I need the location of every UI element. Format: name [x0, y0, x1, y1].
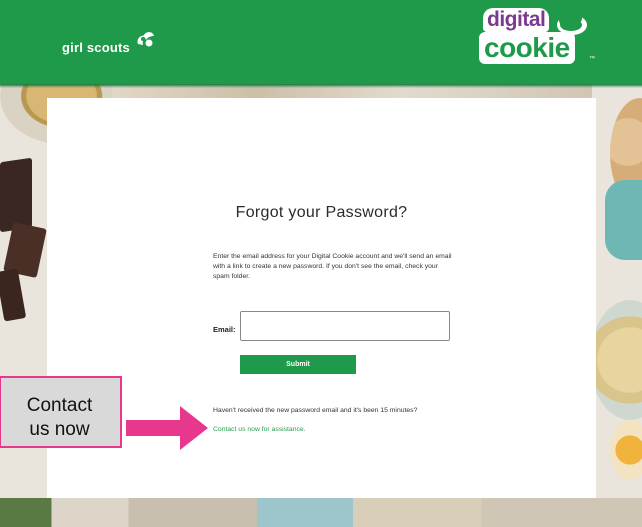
background-chocolate — [0, 157, 32, 233]
email-label: Email: — [213, 325, 236, 334]
email-field[interactable] — [240, 311, 450, 341]
help-text: Haven't received the new password email … — [213, 407, 418, 414]
trefoil-icon — [137, 32, 154, 47]
instructions-text: Enter the email address for your Digital… — [213, 253, 452, 280]
contact-us-link[interactable]: Contact us now for assistance. — [213, 426, 306, 433]
background-photo-bottom — [0, 498, 642, 527]
background-chocolate — [0, 268, 27, 322]
cookie-wordmark: cookie — [479, 32, 575, 64]
page-title: Forgot your Password? — [235, 204, 408, 221]
callout-line-1: Contact — [26, 395, 93, 416]
girl-scouts-wordmark: girl scouts — [62, 40, 130, 55]
digital-wordmark: digital — [483, 8, 550, 32]
arrow-right-icon — [126, 406, 208, 450]
contact-us-callout: Contact us now — [0, 376, 122, 448]
trademark-mark: ™ — [589, 56, 595, 62]
background-bowl-teal — [605, 180, 642, 260]
digital-cookie-logo[interactable]: digital cookie ™ — [477, 8, 595, 70]
callout-line-2: us now — [29, 419, 90, 440]
header-shadow — [0, 84, 642, 88]
background-bowl-right — [590, 300, 642, 420]
background-egg — [610, 420, 642, 480]
submit-button[interactable]: Submit — [240, 355, 356, 374]
site-header: girl scouts digital cookie ™ — [0, 0, 642, 84]
